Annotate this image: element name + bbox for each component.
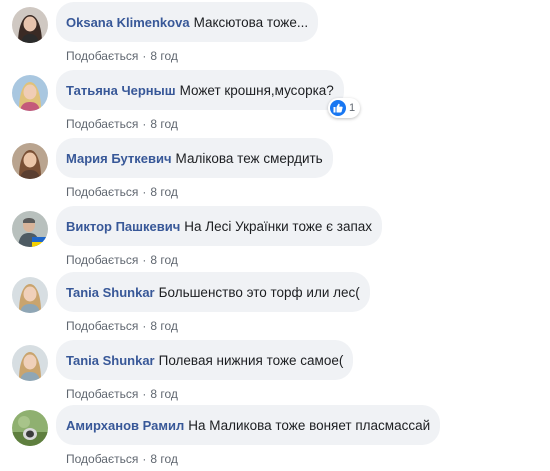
avatar[interactable]	[12, 277, 48, 313]
comment-author[interactable]: Татьяна Черныш	[66, 83, 176, 98]
avatar[interactable]	[12, 410, 48, 446]
like-button[interactable]: Подобається	[66, 319, 138, 333]
comment-item: Виктор Пашкевич На Лесі Українки тоже є …	[0, 206, 550, 272]
separator-dot: ·	[142, 253, 147, 267]
separator-dot: ·	[142, 452, 147, 466]
comment-author[interactable]: Tania Shunkar	[66, 353, 155, 368]
comment-bubble: Tania Shunkar Полевая нижния тоже самое(	[56, 340, 354, 380]
comment-actions: Подобається · 8 год	[66, 387, 178, 401]
comment-actions: Подобається · 8 год	[66, 253, 178, 267]
separator-dot: ·	[142, 49, 147, 63]
comment-item: Татьяна Черныш Может крошня,мусорка? 1 П…	[0, 70, 550, 136]
avatar[interactable]	[12, 7, 48, 43]
comment-bubble: Tania Shunkar Большенство это торф или л…	[56, 272, 370, 312]
comment-timestamp[interactable]: 8 год	[150, 319, 178, 333]
comment-author[interactable]: Tania Shunkar	[66, 285, 155, 300]
comment-bubble: Виктор Пашкевич На Лесі Українки тоже є …	[56, 206, 383, 246]
separator-dot: ·	[142, 117, 147, 131]
comment-text: На Лесі Українки тоже є запах	[184, 218, 373, 234]
comment-timestamp[interactable]: 8 год	[150, 185, 178, 199]
comment-text: На Маликова тоже воняет пласмассай	[188, 417, 431, 433]
comment-bubble: Мария Буткевич Малікова теж смердить	[56, 138, 333, 178]
comment-text: Большенство это торф или лес(	[158, 284, 360, 300]
comment-actions: Подобається · 8 год	[66, 319, 178, 333]
like-button[interactable]: Подобається	[66, 49, 138, 63]
comment-bubble: Амирханов Рамил На Маликова тоже воняет …	[56, 405, 441, 445]
comment-bubble: Oksana Klimenkova Максютова тоже...	[56, 2, 319, 42]
comment-author[interactable]: Мария Буткевич	[66, 151, 172, 166]
comment-timestamp[interactable]: 8 год	[150, 253, 178, 267]
comment-item: Tania Shunkar Большенство это торф или л…	[0, 272, 550, 338]
like-button[interactable]: Подобається	[66, 452, 138, 466]
comment-bubble: Татьяна Черныш Может крошня,мусорка?	[56, 70, 344, 110]
avatar[interactable]	[12, 211, 48, 247]
like-button[interactable]: Подобається	[66, 253, 138, 267]
comment-timestamp[interactable]: 8 год	[150, 49, 178, 63]
comment-item: Tania Shunkar Полевая нижния тоже самое(…	[0, 340, 550, 406]
separator-dot: ·	[142, 185, 147, 199]
comment-timestamp[interactable]: 8 год	[150, 387, 178, 401]
comment-item: Амирханов Рамил На Маликова тоже воняет …	[0, 405, 550, 471]
like-button[interactable]: Подобається	[66, 117, 138, 131]
comment-item: Oksana Klimenkova Максютова тоже... Подо…	[0, 2, 550, 68]
comment-actions: Подобається · 8 год	[66, 185, 178, 199]
comment-timestamp[interactable]: 8 год	[150, 452, 178, 466]
separator-dot: ·	[142, 387, 147, 401]
comment-author[interactable]: Амирханов Рамил	[66, 418, 184, 433]
reaction-count: 1	[349, 102, 356, 114]
comment-timestamp[interactable]: 8 год	[150, 117, 178, 131]
comment-text: Максютова тоже...	[193, 14, 309, 30]
comment-text: Может крошня,мусорка?	[179, 82, 334, 98]
comment-author[interactable]: Виктор Пашкевич	[66, 219, 180, 234]
comment-text: Полевая нижния тоже самое(	[158, 352, 344, 368]
comment-item: Мария Буткевич Малікова теж смердить Под…	[0, 138, 550, 204]
reaction-badge[interactable]: 1	[328, 98, 361, 118]
avatar[interactable]	[12, 345, 48, 381]
comment-author[interactable]: Oksana Klimenkova	[66, 15, 190, 30]
comment-actions: Подобається · 8 год	[66, 49, 178, 63]
avatar[interactable]	[12, 75, 48, 111]
comment-text: Малікова теж смердить	[175, 150, 323, 166]
like-button[interactable]: Подобається	[66, 387, 138, 401]
comment-actions: Подобається · 8 год	[66, 117, 178, 131]
avatar[interactable]	[12, 143, 48, 179]
like-button[interactable]: Подобається	[66, 185, 138, 199]
comment-actions: Подобається · 8 год	[66, 452, 178, 466]
separator-dot: ·	[142, 319, 147, 333]
like-thumb-icon	[330, 100, 346, 116]
